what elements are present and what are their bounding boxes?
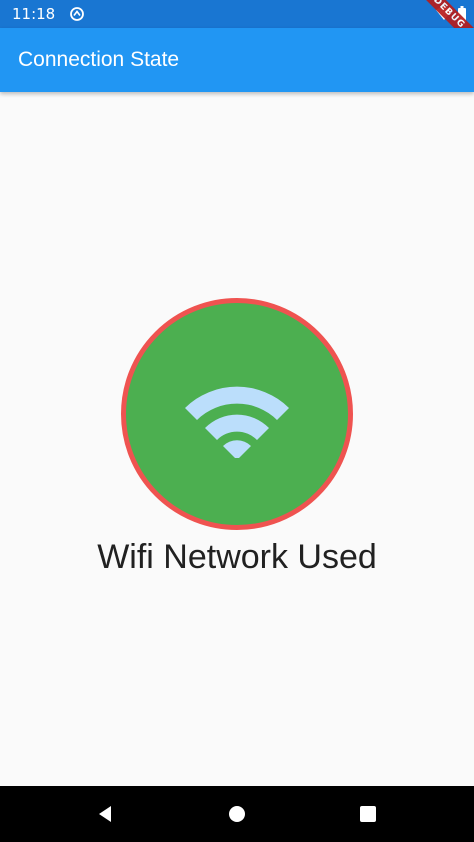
navigation-bar <box>0 786 474 842</box>
connection-state-label: Wifi Network Used <box>97 538 377 576</box>
connection-indicator <box>121 298 353 530</box>
wifi-icon <box>185 386 289 458</box>
app-bar: Connection State <box>0 28 474 92</box>
recents-icon <box>360 806 377 822</box>
home-icon <box>228 806 245 822</box>
recents-button[interactable] <box>348 794 388 834</box>
back-button[interactable] <box>86 794 126 834</box>
status-bar: 11:18 <box>0 0 474 28</box>
status-time: 11:18 <box>12 5 56 23</box>
sync-icon <box>70 7 85 21</box>
back-icon <box>98 806 111 822</box>
screen: 11:18 DEBUG Connection State Wifi Networ… <box>0 0 474 842</box>
home-button[interactable] <box>217 794 257 834</box>
app-title: Connection State <box>18 48 180 71</box>
